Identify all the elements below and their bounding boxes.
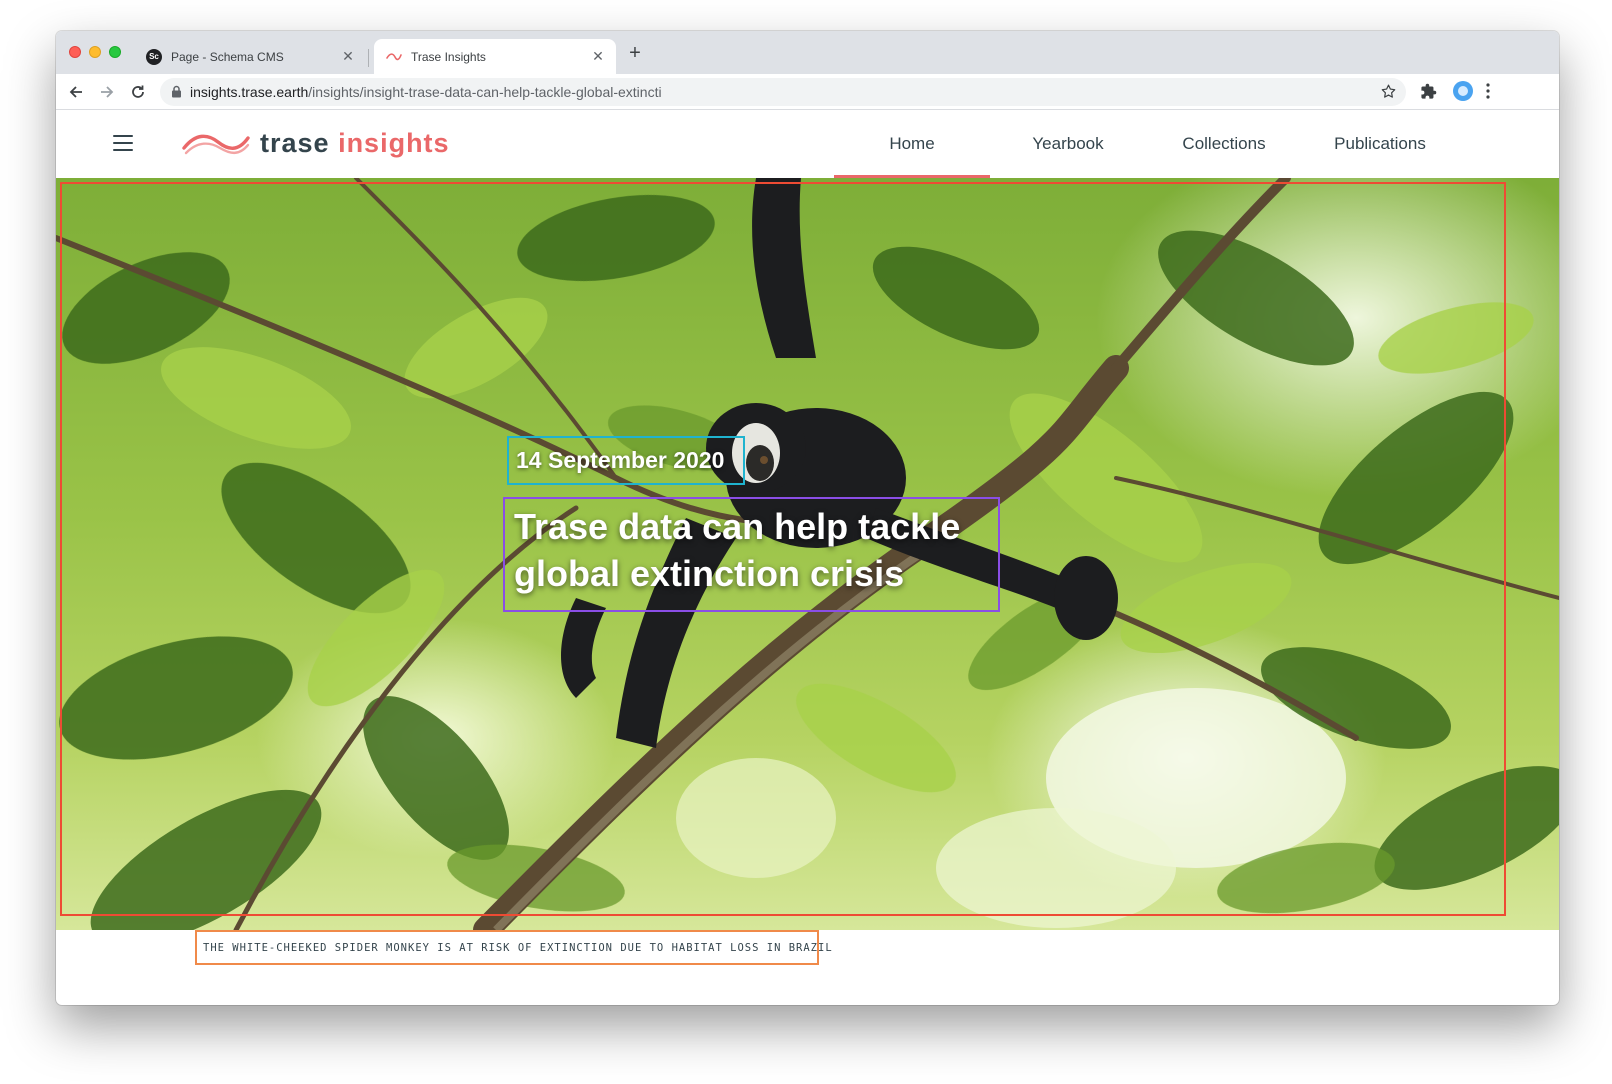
new-tab-icon[interactable]: + xyxy=(626,43,644,63)
tab-close-icon[interactable]: ✕ xyxy=(590,48,606,65)
logo-text: trase insights xyxy=(260,128,450,158)
tab-close-icon[interactable]: ✕ xyxy=(340,48,356,65)
arrow-right-icon[interactable] xyxy=(98,83,116,101)
image-caption: THE WHITE-CHEEKED SPIDER MONKEY IS AT RI… xyxy=(203,941,833,954)
article-date-box: 14 September 2020 xyxy=(507,436,745,485)
trase-favicon-icon xyxy=(386,49,402,65)
browser-toolbar: insights.trase.earth/insights/insight-tr… xyxy=(56,74,1559,110)
trase-logo-mark-icon xyxy=(182,134,250,155)
nav-publications[interactable]: Publications xyxy=(1302,110,1458,178)
site-header: trase insights Home Yearbook Collections… xyxy=(56,110,1559,178)
article-title-box: Trase data can help tackle global extinc… xyxy=(503,497,1000,612)
schema-cms-favicon-icon: Sc xyxy=(146,48,162,65)
reload-icon[interactable] xyxy=(129,83,147,101)
kebab-menu-icon[interactable] xyxy=(1486,83,1490,104)
article-date: 14 September 2020 xyxy=(516,447,725,473)
maximize-window-button[interactable] xyxy=(109,46,121,58)
hero-image: 14 September 2020 Trase data can help ta… xyxy=(56,178,1559,930)
profile-icon[interactable] xyxy=(1453,81,1473,101)
lock-icon[interactable] xyxy=(171,85,182,103)
browser-window: Sc Page - Schema CMS ✕ Trase Insights ✕ … xyxy=(56,31,1559,1005)
nav-yearbook[interactable]: Yearbook xyxy=(990,110,1146,178)
address-bar[interactable]: insights.trase.earth/insights/insight-tr… xyxy=(160,78,1406,106)
close-window-button[interactable] xyxy=(69,46,81,58)
tab-strip: Sc Page - Schema CMS ✕ Trase Insights ✕ … xyxy=(56,31,1559,74)
image-caption-box: THE WHITE-CHEEKED SPIDER MONKEY IS AT RI… xyxy=(195,930,832,965)
tab-title: Trase Insights xyxy=(411,49,486,64)
nav-home[interactable]: Home xyxy=(834,110,990,178)
site-logo[interactable]: trase insights xyxy=(182,128,450,158)
nav-collections[interactable]: Collections xyxy=(1146,110,1302,178)
tab-schema-cms[interactable]: Sc Page - Schema CMS ✕ xyxy=(134,39,366,74)
tab-trase-insights[interactable]: Trase Insights ✕ xyxy=(374,39,616,74)
minimize-window-button[interactable] xyxy=(89,46,101,58)
puzzle-icon[interactable] xyxy=(1420,83,1437,105)
article-title: Trase data can help tackle global extinc… xyxy=(514,506,961,594)
arrow-left-icon[interactable] xyxy=(67,83,85,101)
star-icon[interactable] xyxy=(1380,83,1397,105)
tab-title: Page - Schema CMS xyxy=(171,49,284,64)
main-nav: Home Yearbook Collections Publications xyxy=(834,110,1458,178)
tab-separator xyxy=(368,49,369,67)
hamburger-icon[interactable] xyxy=(113,135,133,151)
url-text: insights.trase.earth/insights/insight-tr… xyxy=(190,84,662,100)
